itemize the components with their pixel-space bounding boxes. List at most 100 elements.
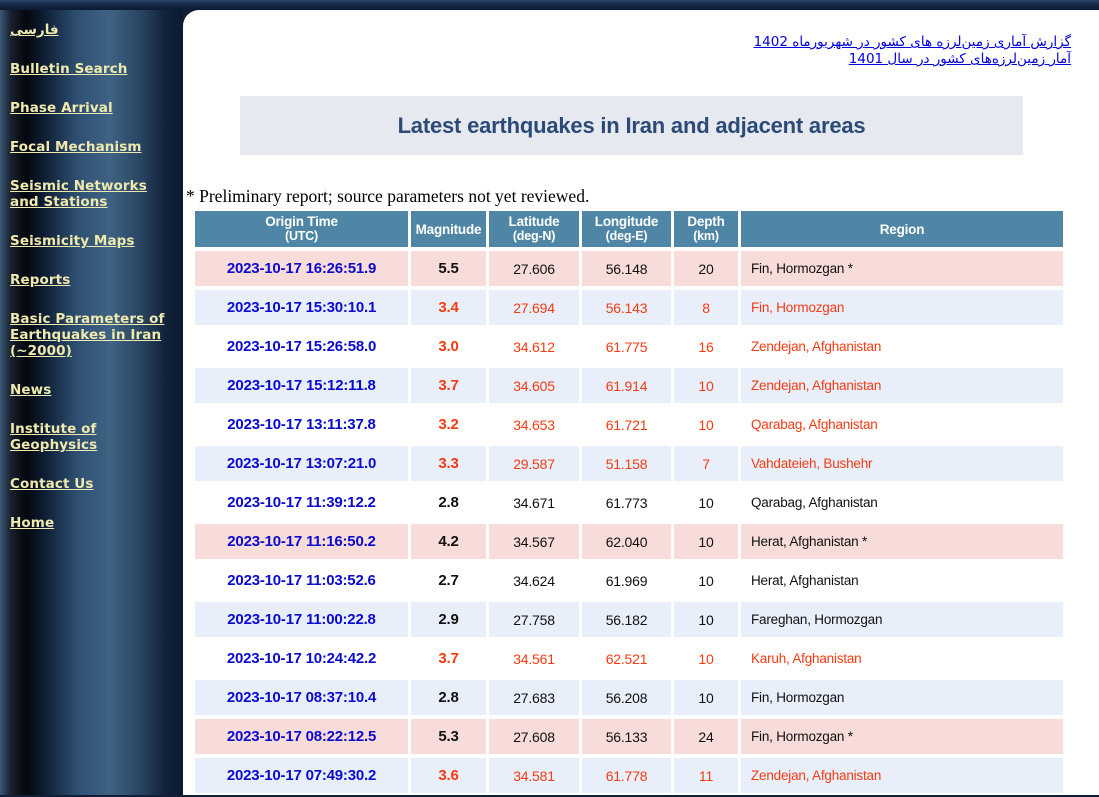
sidebar-item-home[interactable]: Home <box>10 515 175 531</box>
latitude-cell: 27.606 <box>489 251 579 286</box>
region-cell: Fareghan, Hormozgan <box>741 602 1063 637</box>
region-cell: Karuh, Afghanistan <box>741 641 1063 676</box>
latitude-cell: 34.624 <box>489 563 579 598</box>
latitude-cell: 34.581 <box>489 758 579 793</box>
column-header-depth: Depth(km) <box>674 211 738 247</box>
origin-time-cell: 2023-10-17 11:39:12.2 <box>195 485 408 520</box>
earthquake-table-header: Origin Time(UTC)MagnitudeLatitude(deg-N)… <box>195 211 1063 247</box>
latitude-cell: 34.605 <box>489 368 579 403</box>
magnitude-cell: 3.6 <box>411 758 486 793</box>
magnitude-cell: 2.8 <box>411 485 486 520</box>
header-row: Origin Time(UTC)MagnitudeLatitude(deg-N)… <box>195 211 1063 247</box>
earthquake-row: 2023-10-17 15:26:58.03.034.61261.77516Ze… <box>195 329 1063 364</box>
origin-time-cell: 2023-10-17 10:24:42.2 <box>195 641 408 676</box>
persian-top-links: گزارش آماری زمین‌لرزه های کشور در شهریور… <box>754 34 1071 68</box>
latitude-cell: 34.671 <box>489 485 579 520</box>
sidebar-item-basic-parameters[interactable]: Basic Parameters of Earthquakes in Iran … <box>10 311 175 359</box>
magnitude-cell: 2.7 <box>411 563 486 598</box>
longitude-cell: 51.158 <box>582 446 671 481</box>
page-banner: Latest earthquakes in Iran and adjacent … <box>240 96 1023 155</box>
region-cell: Fin, Hormozgan * <box>741 719 1063 754</box>
magnitude-cell: 2.8 <box>411 680 486 715</box>
latitude-cell: 27.758 <box>489 602 579 637</box>
magnitude-cell: 5.5 <box>411 251 486 286</box>
top-link-monthly-statistics-report-1402[interactable]: گزارش آماری زمین‌لرزه های کشور در شهریور… <box>754 34 1071 51</box>
sidebar-item-reports[interactable]: Reports <box>10 272 175 288</box>
column-header-latitude: Latitude(deg-N) <box>489 211 579 247</box>
depth-cell: 10 <box>674 485 738 520</box>
column-header-label: Depth <box>674 214 738 229</box>
top-link-yearly-statistics-1401[interactable]: آمار زمین‌لرزه‌های کشور در سال 1401 <box>754 51 1071 68</box>
region-cell: Herat, Afghanistan <box>741 563 1063 598</box>
sidebar-item-news[interactable]: News <box>10 382 175 398</box>
depth-cell: 10 <box>674 563 738 598</box>
longitude-cell: 56.182 <box>582 602 671 637</box>
earthquake-row: 2023-10-17 11:00:22.82.927.75856.18210Fa… <box>195 602 1063 637</box>
sidebar-item-institute-of-geophysics[interactable]: Institute of Geophysics <box>10 421 175 453</box>
top-dark-bar <box>0 0 1099 10</box>
longitude-cell: 61.778 <box>582 758 671 793</box>
earthquake-row: 2023-10-17 08:37:10.42.827.68356.20810Fi… <box>195 680 1063 715</box>
earthquake-row: 2023-10-17 15:12:11.83.734.60561.91410Ze… <box>195 368 1063 403</box>
column-header-sublabel: (UTC) <box>195 229 408 244</box>
magnitude-cell: 3.0 <box>411 329 486 364</box>
magnitude-cell: 3.7 <box>411 368 486 403</box>
magnitude-cell: 3.2 <box>411 407 486 442</box>
depth-cell: 20 <box>674 251 738 286</box>
region-cell: Vahdateieh, Bushehr <box>741 446 1063 481</box>
earthquake-row: 2023-10-17 11:03:52.62.734.62461.96910He… <box>195 563 1063 598</box>
depth-cell: 10 <box>674 368 738 403</box>
depth-cell: 24 <box>674 719 738 754</box>
earthquake-table: Origin Time(UTC)MagnitudeLatitude(deg-N)… <box>192 207 1066 797</box>
depth-cell: 10 <box>674 602 738 637</box>
origin-time-cell: 2023-10-17 11:16:50.2 <box>195 524 408 559</box>
latitude-cell: 27.608 <box>489 719 579 754</box>
origin-time-cell: 2023-10-17 11:03:52.6 <box>195 563 408 598</box>
column-header-label: Latitude <box>489 214 579 229</box>
sidebar-item-contact-us[interactable]: Contact Us <box>10 476 175 492</box>
latitude-cell: 34.561 <box>489 641 579 676</box>
region-cell: Fin, Hormozgan <box>741 290 1063 325</box>
origin-time-cell: 2023-10-17 15:30:10.1 <box>195 290 408 325</box>
longitude-cell: 56.208 <box>582 680 671 715</box>
longitude-cell: 61.969 <box>582 563 671 598</box>
depth-cell: 10 <box>674 407 738 442</box>
column-header-sublabel: (deg-E) <box>582 229 671 244</box>
depth-cell: 10 <box>674 524 738 559</box>
main-content: گزارش آماری زمین‌لرزه های کشور در شهریور… <box>183 10 1099 795</box>
origin-time-cell: 2023-10-17 15:26:58.0 <box>195 329 408 364</box>
depth-cell: 10 <box>674 680 738 715</box>
region-cell: Zendejan, Afghanistan <box>741 758 1063 793</box>
region-cell: Fin, Hormozgan * <box>741 251 1063 286</box>
magnitude-cell: 4.2 <box>411 524 486 559</box>
column-header-sublabel: (km) <box>674 229 738 244</box>
magnitude-cell: 3.4 <box>411 290 486 325</box>
sidebar-item-seismicity-maps[interactable]: Seismicity Maps <box>10 233 175 249</box>
origin-time-cell: 2023-10-17 07:49:30.2 <box>195 758 408 793</box>
region-cell: Qarabag, Afghanistan <box>741 407 1063 442</box>
sidebar: فارسی Bulletin Search Phase Arrival Focal M… <box>0 10 183 795</box>
sidebar-item-seismic-networks-and-stations[interactable]: Seismic Networks and Stations <box>10 178 175 210</box>
sidebar-item-phase-arrival[interactable]: Phase Arrival <box>10 100 175 116</box>
sidebar-item-farsi[interactable]: فارسی <box>10 22 175 38</box>
origin-time-cell: 2023-10-17 13:11:37.8 <box>195 407 408 442</box>
earthquake-row: 2023-10-17 15:30:10.13.427.69456.1438Fin… <box>195 290 1063 325</box>
sidebar-item-focal-mechanism[interactable]: Focal Mechanism <box>10 139 175 155</box>
sidebar-item-bulletin-search[interactable]: Bulletin Search <box>10 61 175 77</box>
earthquake-row: 2023-10-17 13:11:37.83.234.65361.72110Qa… <box>195 407 1063 442</box>
column-header-sublabel: (deg-N) <box>489 229 579 244</box>
earthquake-row: 2023-10-17 16:26:51.95.527.60656.14820Fi… <box>195 251 1063 286</box>
origin-time-cell: 2023-10-17 13:07:21.0 <box>195 446 408 481</box>
earthquake-row: 2023-10-17 10:24:42.23.734.56162.52110Ka… <box>195 641 1063 676</box>
longitude-cell: 61.775 <box>582 329 671 364</box>
latitude-cell: 34.653 <box>489 407 579 442</box>
column-header-label: Origin Time <box>195 214 408 229</box>
column-header-longitude: Longitude(deg-E) <box>582 211 671 247</box>
earthquake-row: 2023-10-17 08:22:12.55.327.60856.13324Fi… <box>195 719 1063 754</box>
magnitude-cell: 5.3 <box>411 719 486 754</box>
depth-cell: 16 <box>674 329 738 364</box>
longitude-cell: 61.773 <box>582 485 671 520</box>
depth-cell: 8 <box>674 290 738 325</box>
column-header-origin-time: Origin Time(UTC) <box>195 211 408 247</box>
longitude-cell: 56.133 <box>582 719 671 754</box>
